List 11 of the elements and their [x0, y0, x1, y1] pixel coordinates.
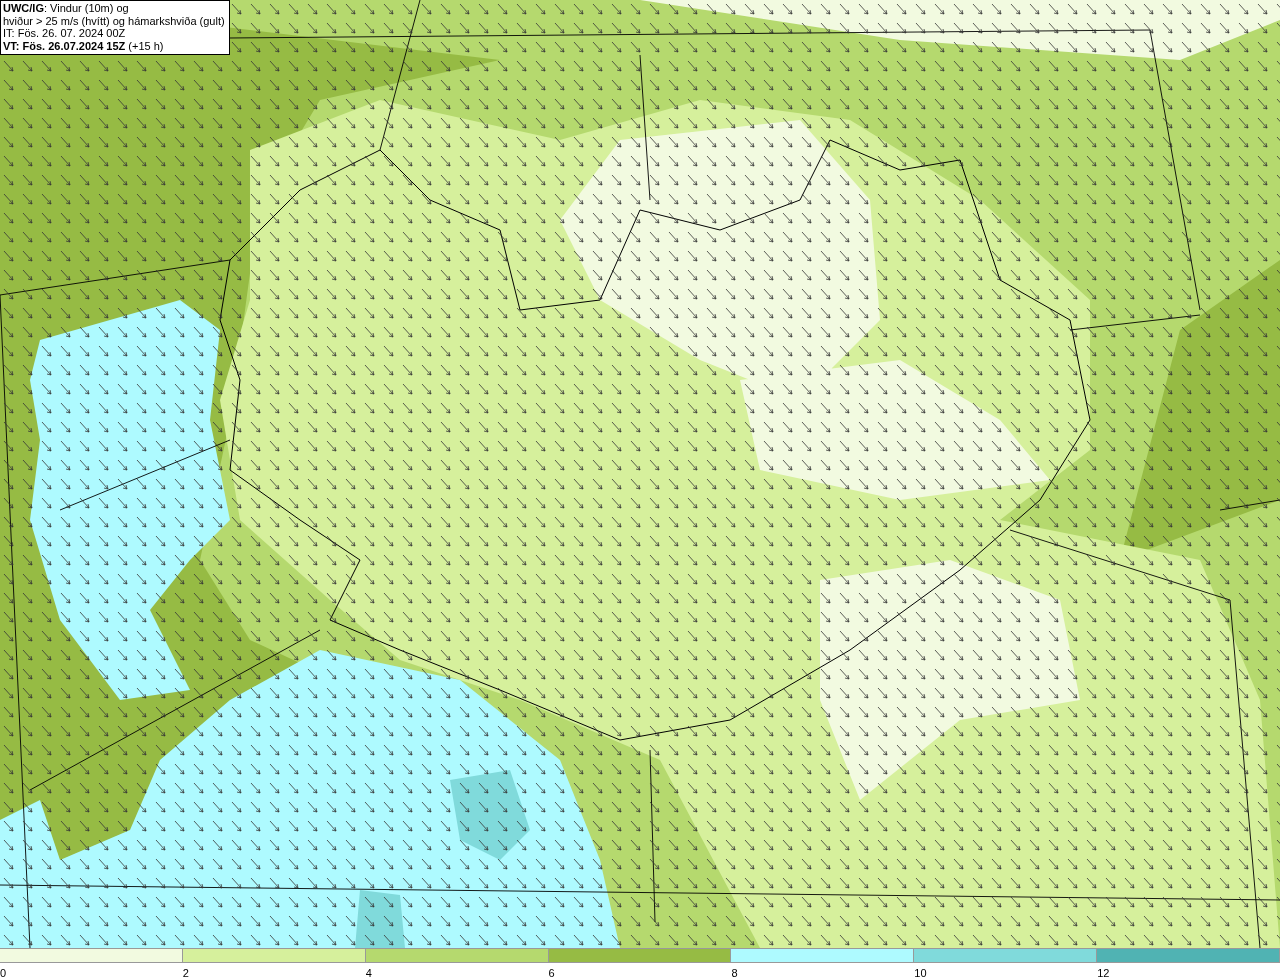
legend-text: UWC/IG: Vindur (10m) og	[3, 2, 130, 15]
scale-label: 0	[0, 967, 7, 978]
scale-label: 8	[731, 967, 738, 978]
scale-label: 10	[914, 967, 927, 978]
scale-label: 12	[1097, 967, 1110, 978]
scale-label: 2	[182, 967, 189, 978]
scale-label: 4	[365, 967, 372, 978]
legend-text: IT: Fös. 26. 07. 2024 00Z	[3, 27, 127, 40]
legend-text: VT: Fös. 26.07.2024 15Z (+15 h)	[3, 39, 165, 52]
legend-text: hviður > 25 m/s (hvítt) og hámarkshviða (gult)	[3, 14, 225, 27]
scale-label: 6	[548, 967, 555, 978]
